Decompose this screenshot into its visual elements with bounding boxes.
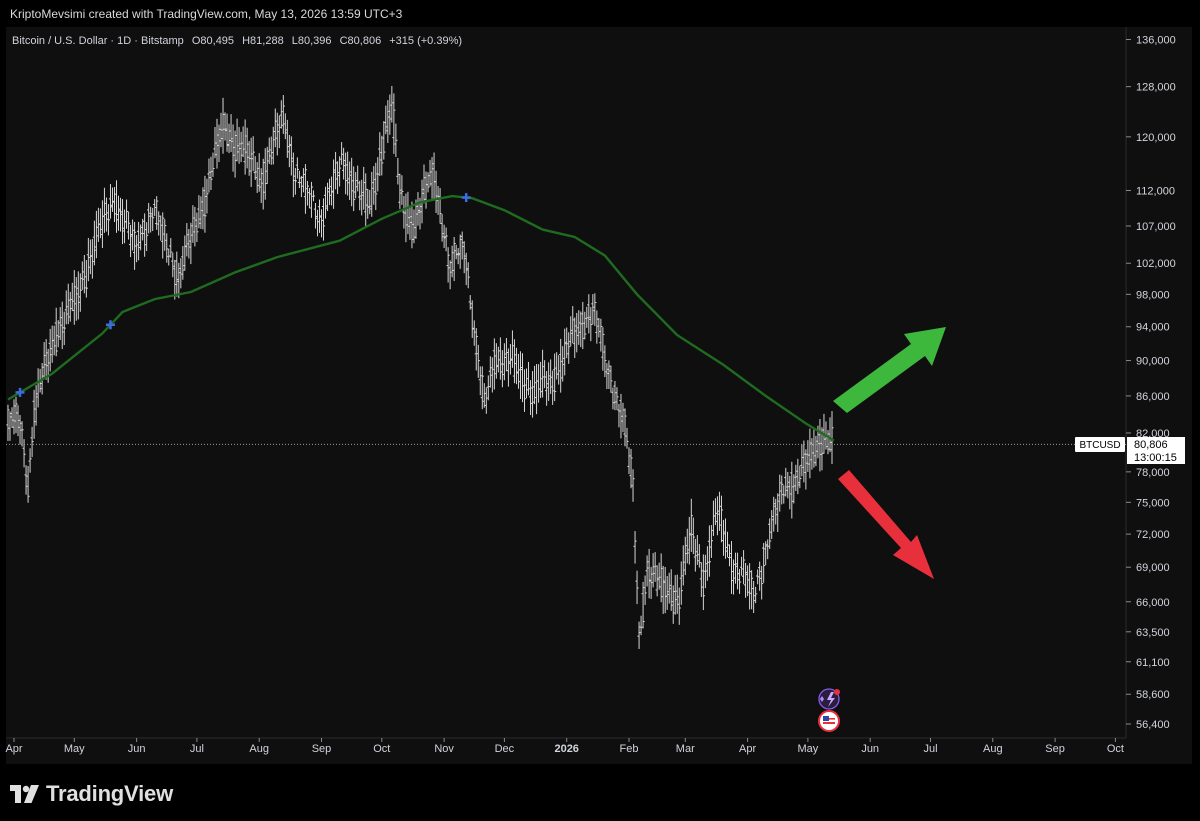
- tradingview-wordmark: TradingView: [46, 781, 173, 806]
- chart-frame[interactable]: [6, 27, 1192, 764]
- symbol-title[interactable]: Bitcoin / U.S. Dollar · 1D · Bitstamp: [12, 35, 184, 47]
- tradingview-logo-icon: [10, 785, 39, 803]
- tradingview-logo[interactable]: TradingView: [10, 781, 173, 807]
- symbol-legend: Bitcoin / U.S. Dollar · 1D · Bitstamp O8…: [12, 35, 467, 47]
- author-credit: KriptoMevsimi created with TradingView.c…: [10, 7, 403, 21]
- top-bar: KriptoMevsimi created with TradingView.c…: [0, 0, 1200, 26]
- footer-bar: [0, 766, 1200, 821]
- low-value: L80,396: [291, 35, 332, 47]
- close-value: C80,806: [339, 35, 382, 47]
- open-value: O80,495: [191, 35, 235, 47]
- high-value: H81,288: [242, 35, 284, 47]
- change-value: +315 (+0.39%): [389, 35, 463, 47]
